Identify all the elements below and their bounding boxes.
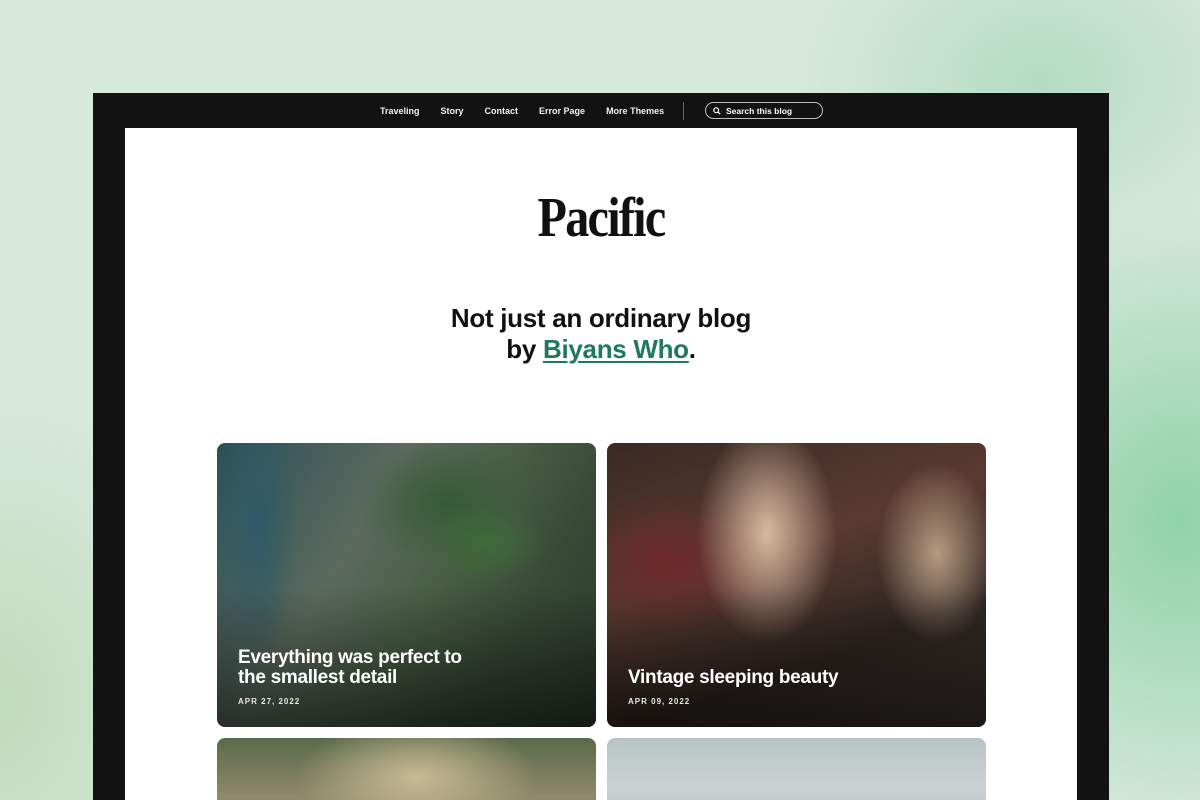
top-nav: Traveling Story Contact Error Page More … (93, 93, 1109, 129)
tagline-line2: by Biyans Who. (125, 334, 1077, 365)
search-icon (713, 106, 721, 115)
tagline-by: by (506, 334, 543, 364)
tagline: Not just an ordinary blog by Biyans Who. (125, 303, 1077, 365)
post-card[interactable]: Vintage sleeping beauty APR 09, 2022 (607, 443, 986, 727)
browser-frame: Traveling Story Contact Error Page More … (93, 93, 1109, 800)
post-title[interactable]: Everything was perfect to the smallest d… (238, 648, 488, 688)
post-card[interactable] (217, 738, 596, 800)
nav-item-story[interactable]: Story (441, 106, 464, 116)
nav-item-contact[interactable]: Contact (485, 106, 519, 116)
nav-item-more-themes[interactable]: More Themes (606, 106, 664, 116)
post-card[interactable] (607, 738, 986, 800)
author-link[interactable]: Biyans Who (543, 334, 689, 364)
search-placeholder: Search this blog (726, 105, 793, 116)
card-gradient (607, 587, 986, 727)
post-date: APR 27, 2022 (238, 697, 301, 706)
nav-menu: Traveling Story Contact Error Page More … (380, 93, 685, 129)
post-card[interactable]: Everything was perfect to the smallest d… (217, 443, 596, 727)
nav-item-traveling[interactable]: Traveling (380, 106, 420, 116)
nav-divider (683, 102, 684, 120)
search-input[interactable]: Search this blog (705, 102, 823, 119)
page-content: Pacific Not just an ordinary blog by Biy… (125, 128, 1077, 800)
nav-item-error-page[interactable]: Error Page (539, 106, 585, 116)
post-title[interactable]: Vintage sleeping beauty (628, 668, 878, 688)
tagline-end: . (688, 334, 696, 364)
site-logo[interactable]: Pacific (192, 186, 1011, 250)
post-date: APR 09, 2022 (628, 697, 691, 706)
tagline-line1: Not just an ordinary blog (450, 303, 752, 333)
